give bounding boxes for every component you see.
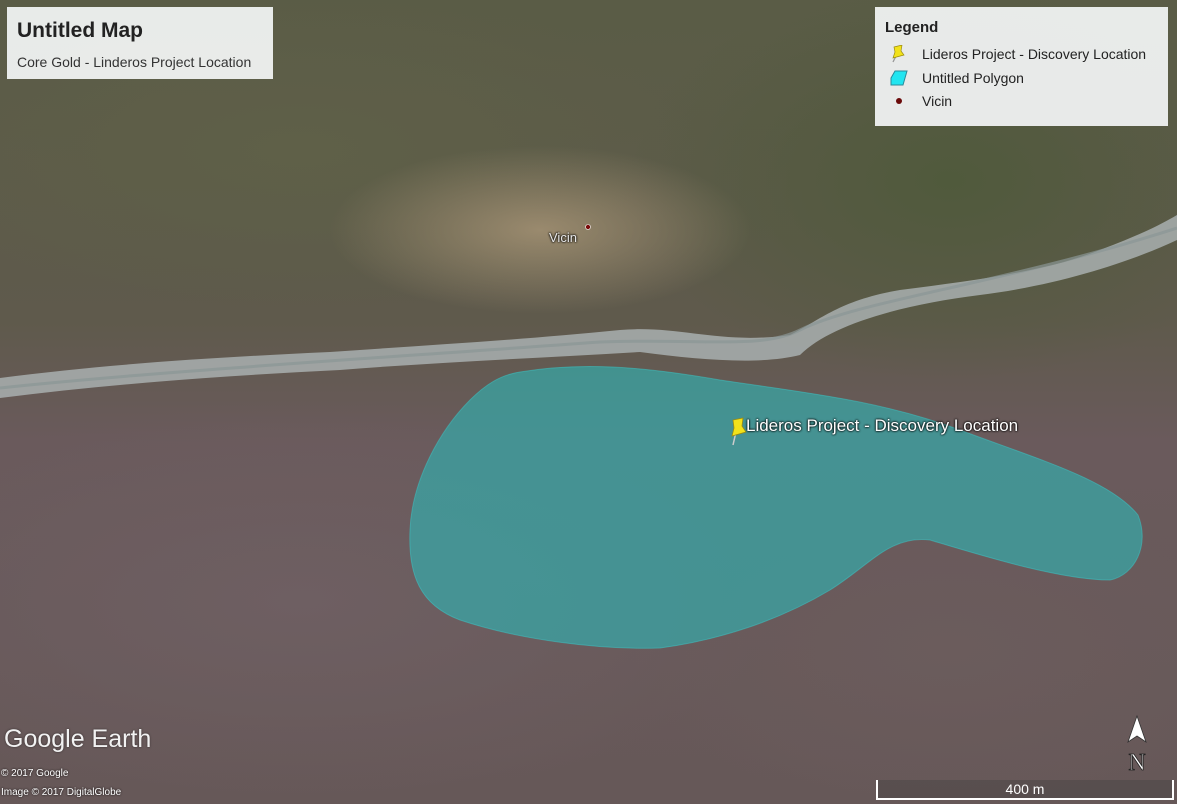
legend-item-discovery: Lideros Project - Discovery Location: [889, 44, 1146, 64]
untitled-polygon[interactable]: [409, 365, 1143, 649]
north-label: N: [1128, 750, 1145, 776]
discovery-label: Lideros Project - Discovery Location: [746, 416, 1019, 435]
legend-item-polygon: Untitled Polygon: [889, 68, 1024, 88]
dark-red-dot-icon: [889, 92, 909, 110]
copyright-text: © 2017 Google: [1, 768, 69, 779]
map-subtitle: Core Gold - Linderos Project Location: [17, 54, 252, 70]
title-panel: Untitled Map Core Gold - Linderos Projec…: [7, 7, 273, 79]
vicin-marker-icon[interactable]: [585, 224, 591, 230]
scale-label: 400 m: [1005, 781, 1045, 797]
map-title: Untitled Map: [17, 19, 143, 42]
imagery-credit: Image © 2017 DigitalGlobe: [1, 787, 122, 798]
google-earth-logo: Google Earth: [4, 725, 152, 753]
legend-panel: Legend Lideros Project - Discovery Locat…: [875, 7, 1168, 126]
vicin-label: Vicin: [549, 230, 577, 245]
yellow-pushpin-icon: [889, 45, 909, 63]
legend-label: Vicin: [922, 93, 953, 109]
north-arrow-icon: N: [1124, 714, 1150, 776]
legend-label: Lideros Project - Discovery Location: [922, 46, 1147, 62]
legend-label: Untitled Polygon: [922, 70, 1024, 86]
scale-bar: 400 m: [876, 780, 1174, 800]
legend-item-vicin: Vicin: [889, 91, 952, 111]
legend-heading: Legend: [885, 19, 939, 36]
cyan-polygon-icon: [889, 69, 909, 87]
